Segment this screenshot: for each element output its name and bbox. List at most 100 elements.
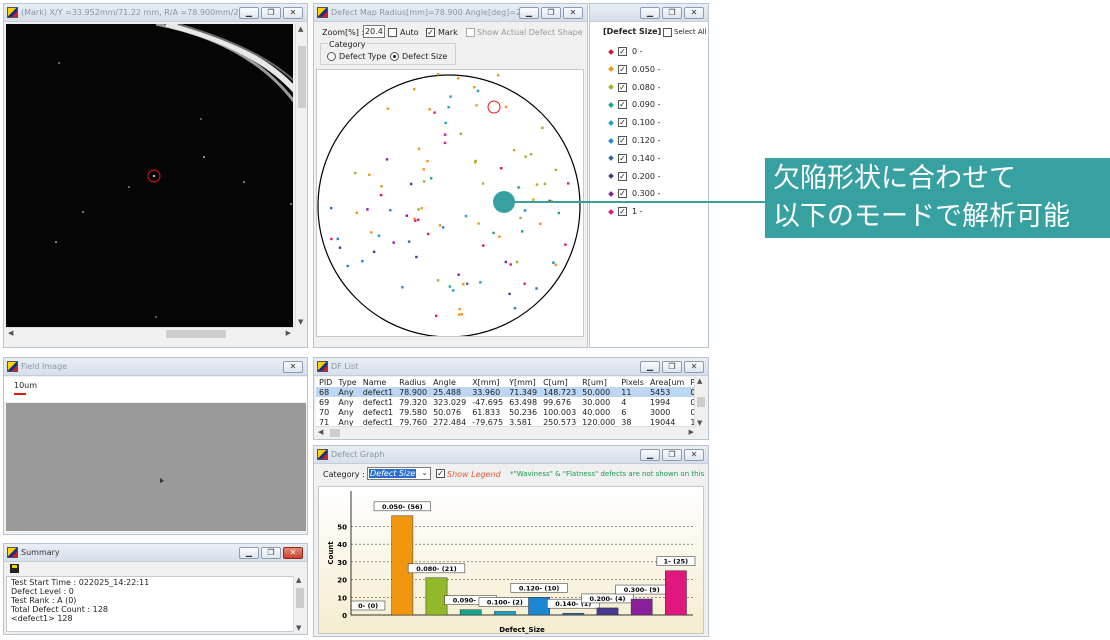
defect-point[interactable] [428, 108, 431, 111]
defect-point[interactable] [417, 147, 421, 150]
defect-point[interactable] [476, 89, 480, 93]
defect-point[interactable] [513, 148, 516, 152]
defect-point[interactable] [361, 260, 364, 263]
restore-button[interactable]: ❐ [261, 6, 281, 19]
defect-point[interactable] [413, 88, 416, 91]
legend-item[interactable]: ✓ 0 - [608, 47, 643, 56]
close-button[interactable]: ✕ [563, 6, 583, 19]
defect-point[interactable] [354, 171, 357, 175]
defect-point[interactable] [535, 183, 539, 186]
defect-point[interactable] [366, 208, 369, 211]
column-header[interactable]: PID [316, 377, 335, 387]
close-button[interactable]: ✕ [684, 360, 704, 373]
defect-point[interactable] [539, 222, 542, 225]
camera-horizontal-scrollbar[interactable]: ◀ ▶ [6, 327, 293, 339]
bar[interactable] [459, 609, 482, 616]
defect-point[interactable] [554, 263, 557, 267]
defect-point[interactable] [519, 216, 522, 220]
defect-point[interactable] [449, 95, 452, 98]
defect-point[interactable] [386, 107, 390, 110]
defect-point[interactable] [474, 159, 477, 163]
legend-checkbox[interactable]: ✓ [618, 189, 627, 199]
restore-button[interactable]: ❐ [662, 360, 682, 373]
field-image[interactable] [6, 403, 306, 531]
legend-item[interactable]: ✓ 0.200 - [608, 171, 660, 181]
legend-checkbox[interactable]: ✓ [618, 47, 627, 56]
column-header[interactable]: Radius [396, 377, 430, 387]
defect-point[interactable] [401, 286, 404, 289]
legend-titlebar[interactable]: ▁ ❐ ✕ [590, 4, 708, 22]
legend-item[interactable]: ✓ 0.120 - [608, 136, 660, 145]
defect-point[interactable] [380, 185, 383, 188]
column-header[interactable]: C[um] [540, 377, 579, 387]
defect-point[interactable] [405, 214, 408, 217]
defect-point[interactable] [452, 289, 455, 292]
defect-graph-titlebar[interactable]: Defect Graph ▁ ❐ ✕ [314, 446, 708, 464]
bar[interactable] [596, 607, 619, 616]
defect-point[interactable] [500, 167, 503, 170]
defect-point[interactable] [417, 218, 420, 221]
defect-point[interactable] [462, 283, 465, 286]
column-header[interactable]: X[mm] [469, 377, 506, 387]
defect-point[interactable] [458, 313, 461, 316]
bar[interactable] [528, 597, 550, 616]
bar[interactable] [665, 570, 687, 616]
legend-checkbox[interactable]: ✓ [618, 171, 627, 181]
defect-point[interactable] [477, 222, 480, 225]
defect-point[interactable] [529, 153, 533, 156]
legend-item[interactable]: ✓ 0.300 - [608, 189, 660, 199]
defect-point[interactable] [479, 281, 482, 284]
defect-point[interactable] [443, 133, 447, 136]
legend-checkbox[interactable]: ✓ [618, 64, 627, 74]
legend-item[interactable]: ✓ 0.140 - [608, 153, 660, 163]
defect-point[interactable] [437, 73, 440, 76]
defect-point[interactable] [436, 279, 440, 282]
defect-point[interactable] [435, 314, 438, 317]
table-row[interactable]: 70 Any defect1 79.580 50.076 61.833 50.236 100.… [316, 407, 696, 417]
defect-point[interactable] [497, 74, 500, 77]
defect-point[interactable] [417, 208, 420, 211]
defect-point[interactable] [504, 260, 507, 264]
column-header[interactable]: Area[um [647, 377, 687, 387]
restore-button[interactable]: ❐ [662, 6, 682, 19]
minimize-button[interactable]: ▁ [640, 6, 660, 19]
defect-point[interactable] [379, 193, 383, 197]
column-header[interactable]: R[um] [579, 377, 618, 387]
show-legend-checkbox[interactable]: ✓ [436, 469, 445, 478]
defect-point[interactable] [524, 155, 527, 158]
table-row[interactable]: 69 Any defect1 79.320 323.029 -47.695 63.498 99… [316, 397, 696, 407]
defect-point[interactable] [552, 261, 555, 264]
bar[interactable] [562, 612, 585, 616]
close-button[interactable]: ✕ [684, 448, 704, 461]
defect-point[interactable] [346, 264, 349, 268]
wafer-map[interactable] [316, 69, 584, 337]
defect-point[interactable] [458, 308, 461, 311]
legend-item[interactable]: ✓ 0.080 - [608, 82, 660, 92]
defect-point[interactable] [355, 211, 358, 214]
defect-point[interactable] [532, 198, 535, 201]
defect-size-radio[interactable] [390, 52, 399, 61]
graph-category-select[interactable]: Defect Size ⌄ [367, 467, 431, 480]
legend-checkbox[interactable]: ✓ [618, 100, 627, 110]
defect-point[interactable] [441, 226, 445, 229]
defect-point[interactable] [427, 232, 430, 236]
defect-point[interactable] [426, 160, 429, 163]
defect-point[interactable] [523, 209, 527, 212]
defect-point[interactable] [338, 246, 342, 249]
defect-point[interactable] [459, 132, 462, 135]
legend-item[interactable]: ✓ 0.050 - [608, 64, 660, 74]
zoom-input[interactable]: 20.4 [363, 25, 385, 38]
restore-button[interactable]: ❐ [541, 6, 561, 19]
defect-point[interactable] [482, 244, 485, 247]
defect-point[interactable] [517, 186, 520, 189]
auto-checkbox[interactable] [388, 28, 397, 37]
defect-point[interactable] [447, 106, 450, 109]
close-button[interactable]: ✕ [283, 360, 303, 373]
defect-point[interactable] [523, 282, 526, 285]
defect-point[interactable] [392, 241, 395, 244]
df-list-vertical-scrollbar[interactable]: ▲ ▼ [694, 377, 706, 427]
defect-point[interactable] [330, 237, 333, 241]
defect-point[interactable] [430, 177, 433, 180]
close-button[interactable]: ✕ [283, 546, 303, 559]
defect-point[interactable] [448, 285, 452, 288]
